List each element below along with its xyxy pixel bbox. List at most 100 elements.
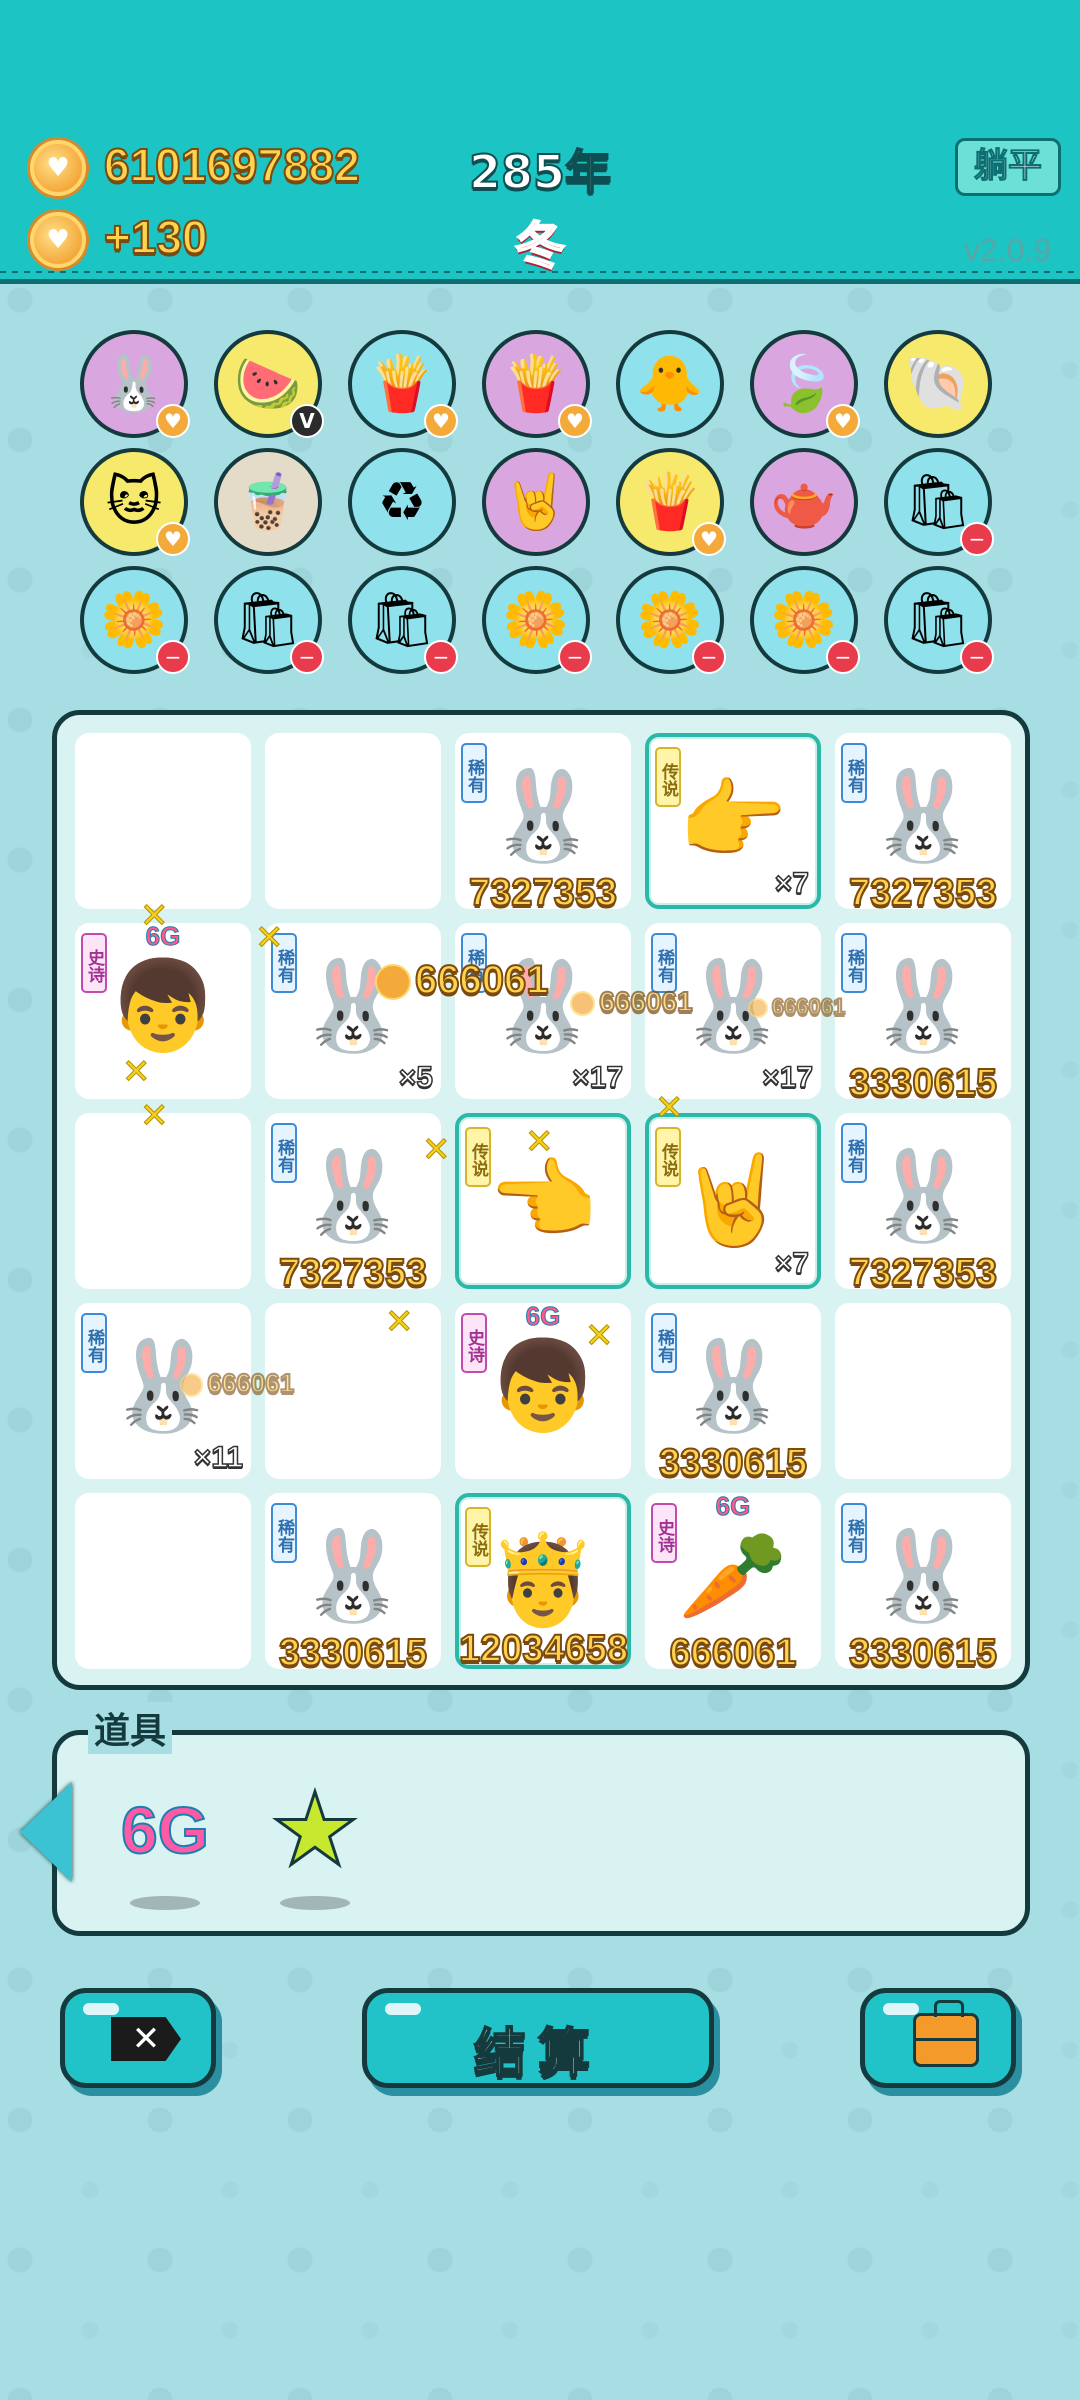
item-sack[interactable]: 🛍 − — [884, 566, 994, 674]
prop-star-icon[interactable]: ★ — [260, 1778, 370, 1890]
cell-multiplier: ×17 — [761, 1060, 813, 1095]
cell-multiplier: ×17 — [571, 1060, 623, 1095]
cat-glasses-icon: 🐱 — [105, 470, 163, 533]
board-cell[interactable]: 稀有 🐰 3330615 — [835, 923, 1011, 1105]
briefcase-icon — [913, 2000, 979, 2067]
prop-shadow — [130, 1896, 200, 1910]
coin-badge-icon: ♥ — [826, 404, 860, 438]
flower-pot-icon: 🌼 — [502, 588, 570, 651]
board-cell[interactable]: 稀有 🐰 3330615 — [645, 1303, 821, 1485]
symbol-icon: 🐰 — [678, 1334, 788, 1437]
exit-button[interactable]: ✕ — [60, 1988, 216, 2088]
cell-value: 3330615 — [848, 1631, 998, 1675]
board-cell[interactable]: 稀有 🐰 7327353 — [265, 1113, 441, 1295]
item-flower-pot[interactable]: 🌼 − — [482, 566, 592, 674]
board-cell[interactable]: 传说 🤴 12034658 — [455, 1493, 631, 1671]
milk-tea-icon: 🧋 — [234, 470, 302, 533]
board-cell[interactable] — [835, 1303, 1011, 1479]
item-pot-duck[interactable]: 🐥 — [616, 330, 724, 438]
board-cell[interactable]: 传说 🤘 ×7 — [645, 1113, 821, 1289]
board-cell[interactable]: 传说 👉 ×7 — [645, 733, 821, 909]
item-leaf[interactable]: 🍃 ♥ — [750, 330, 860, 438]
coin-icon — [570, 991, 596, 1017]
v-badge-icon: V — [290, 404, 324, 438]
board-cell[interactable] — [265, 733, 441, 909]
item-collection: 🐰 ♥ 🍉 V 🍟 ♥ 🍟 ♥ 🐥 🍃 ♥ 🐚 🐱 ♥ 🧋 ♻ 🤘 🍟 ♥ 🫖 🛍 − 🌼 − 🛍 − 🛍 − 🌼 − 🌼 − 🌼 − 🛍 − — [0, 290, 1080, 690]
coin-badge-icon: ♥ — [692, 522, 726, 556]
prop-6g[interactable]: 6G — [110, 1780, 220, 1890]
item-sack[interactable]: 🛍 − — [348, 566, 458, 674]
board-cell[interactable] — [75, 1493, 251, 1669]
symbol-icon: 🥕 — [678, 1524, 788, 1627]
props-title: 道具 — [88, 1702, 173, 1754]
scroll-left-arrow-icon[interactable] — [20, 1782, 72, 1882]
board-cell[interactable] — [75, 733, 251, 909]
item-gravy-boat[interactable]: 🫖 — [750, 448, 858, 556]
exit-icon: ✕ — [111, 2017, 181, 2061]
board-cell[interactable]: 稀有 🐰 7327353 — [835, 1113, 1011, 1295]
cell-value: 3330615 — [658, 1441, 808, 1485]
board-cell[interactable] — [75, 1113, 251, 1289]
board-cell[interactable]: 稀有 🐰 7327353 — [455, 733, 631, 915]
version-label: v2.0.9 — [964, 232, 1052, 268]
floating-income: 666061 — [375, 957, 549, 1003]
coin-badge-icon: ♥ — [156, 404, 190, 438]
item-row: 🐱 ♥ 🧋 ♻ 🤘 🍟 ♥ 🫖 🛍 − — [80, 448, 994, 556]
coin-icon — [375, 964, 411, 1001]
sparkle-icon: ✕ — [585, 1316, 614, 1357]
sparkle-icon: ✕ — [122, 1052, 151, 1093]
lie-flat-button[interactable]: 躺平 — [955, 138, 1061, 196]
cell-value: 12034658 — [458, 1627, 629, 1671]
item-fruit-basket[interactable]: 🍉 V — [214, 330, 324, 438]
board-cell[interactable]: 稀有 🐰 7327353 — [835, 733, 1011, 915]
minus-badge-icon: − — [424, 640, 458, 674]
item-sack[interactable]: 🛍 − — [214, 566, 324, 674]
symbol-icon: 🐰 — [868, 1144, 978, 1247]
coin-badge-icon: ♥ — [156, 522, 190, 556]
coin-icon — [180, 1373, 204, 1397]
item-fries[interactable]: 🍟 ♥ — [482, 330, 592, 438]
symbol-icon: 🐰 — [868, 1524, 978, 1627]
flower-pot-icon: 🌼 — [100, 588, 168, 651]
sparkle-icon: ✕ — [422, 1130, 451, 1171]
inventory-button[interactable] — [860, 1988, 1016, 2088]
board-cell[interactable]: 史诗 6G 🥕 666061 — [645, 1491, 821, 1675]
item-fries[interactable]: 🍟 ♥ — [348, 330, 458, 438]
settle-button[interactable]: 结算 — [362, 1988, 714, 2088]
fries-icon: 🍟 — [502, 352, 570, 415]
sack-icon: 🛍 — [233, 588, 303, 651]
item-bunny[interactable]: 🐰 ♥ — [80, 330, 190, 438]
item-sack[interactable]: 🛍 − — [884, 448, 994, 556]
item-cat-glasses[interactable]: 🐱 ♥ — [80, 448, 190, 556]
item-fries[interactable]: 🍟 ♥ — [616, 448, 726, 556]
cell-value: 7327353 — [468, 871, 618, 915]
symbol-icon: 🤴 — [488, 1528, 598, 1631]
item-flower-pot[interactable]: 🌼 − — [616, 566, 726, 674]
board-cell[interactable]: 稀有 🐰 3330615 — [265, 1493, 441, 1675]
floating-income: 666061 — [180, 1367, 295, 1399]
item-rock-hand[interactable]: 🤘 — [482, 448, 590, 556]
item-flower-pot[interactable]: 🌼 − — [750, 566, 860, 674]
item-flower-pot[interactable]: 🌼 − — [80, 566, 190, 674]
coins-total: 6101697882 — [103, 138, 361, 192]
board-cell[interactable]: 稀有 🐰 3330615 — [835, 1493, 1011, 1675]
tag-6g: 6G — [525, 1301, 561, 1332]
minus-badge-icon: − — [156, 640, 190, 674]
top-bar: 6101697882 +130 285年 冬 躺平 v2.0.9 — [0, 0, 1080, 284]
flower-pot-icon: 🌼 — [770, 588, 838, 651]
season-label: 冬 — [514, 216, 566, 276]
symbol-icon: 🐰 — [298, 1144, 408, 1247]
sparkle-icon: ✕ — [140, 1096, 169, 1137]
board-cell[interactable]: 史诗 6G 👦 — [75, 921, 251, 1099]
board-cell[interactable]: 稀有 🐰 ×5 — [265, 923, 441, 1099]
shell-icon: 🐚 — [904, 352, 972, 415]
item-trash-bag[interactable]: ♻ — [348, 448, 456, 556]
item-row: 🐰 ♥ 🍉 V 🍟 ♥ 🍟 ♥ 🐥 🍃 ♥ 🐚 — [80, 330, 992, 438]
item-shell[interactable]: 🐚 — [884, 330, 992, 438]
cell-multiplier: ×11 — [193, 1440, 244, 1475]
sparkle-icon: ✕ — [255, 918, 284, 959]
coin-badge-icon: ♥ — [424, 404, 458, 438]
minus-badge-icon: − — [558, 640, 592, 674]
item-milk-tea[interactable]: 🧋 — [214, 448, 322, 556]
cell-multiplier: ×7 — [774, 1246, 810, 1281]
